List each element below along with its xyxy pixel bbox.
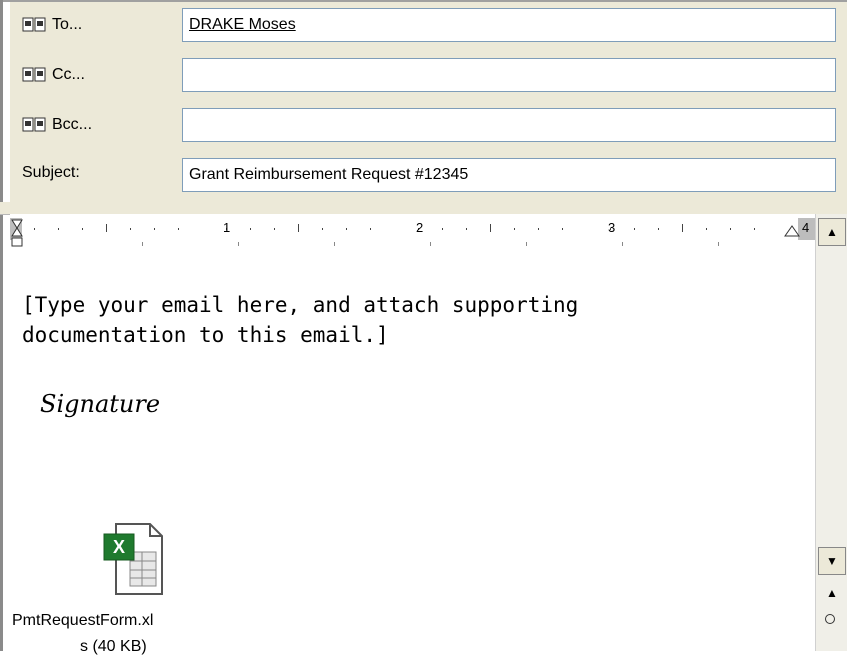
body-text-line: documentation to this email.] (22, 323, 389, 347)
ruler-number: 4 (802, 220, 810, 235)
ruler-tab-stop (142, 242, 143, 246)
to-recipient[interactable]: DRAKE Moses (189, 16, 296, 33)
ruler-tick (706, 228, 707, 230)
ruler-tick (250, 228, 251, 230)
excel-file-icon[interactable]: X (102, 520, 166, 600)
ruler-tick (634, 228, 635, 230)
ruler-tick (274, 228, 275, 230)
ruler-number: 3 (608, 220, 616, 235)
ruler-number: 2 (416, 220, 424, 235)
ruler-tick (562, 228, 563, 230)
ruler-tick (58, 228, 59, 230)
attachment-name: PmtRequestForm.xl s (40 KB) (12, 608, 212, 660)
svg-text:X: X (113, 537, 125, 557)
right-indent-marker-icon[interactable] (784, 222, 800, 238)
subject-field[interactable]: Grant Reimbursement Request #12345 (182, 158, 836, 192)
address-book-icon (22, 117, 46, 132)
ruler-tab-stop (622, 242, 623, 246)
to-row: To... DRAKE Moses (10, 6, 847, 42)
scroll-down-icon: ▼ (826, 554, 838, 568)
ruler-tick (82, 228, 83, 230)
ruler-tab-stop (718, 242, 719, 246)
ruler-tick (322, 228, 323, 230)
indent-marker-icon[interactable] (10, 214, 26, 254)
ruler-tick (490, 224, 491, 232)
signature: Signature (40, 390, 161, 418)
ruler-tick (442, 228, 443, 230)
to-button[interactable]: To... (22, 8, 82, 42)
scroll-up-button[interactable]: ▲ (818, 218, 846, 246)
address-book-icon (22, 67, 46, 82)
scroll-down-button[interactable]: ▼ (818, 547, 846, 575)
ruler[interactable]: 1 2 3 4 (10, 214, 815, 254)
select-browse-object-icon[interactable] (825, 614, 835, 624)
previous-page-icon[interactable]: ▲ (826, 586, 838, 600)
bcc-button[interactable]: Bcc... (22, 108, 92, 142)
ruler-tab-stop (238, 242, 239, 246)
subject-label: Subject: (22, 164, 80, 181)
ruler-tick (130, 228, 131, 230)
to-field[interactable]: DRAKE Moses (182, 8, 836, 42)
bcc-row: Bcc... (10, 106, 847, 142)
ruler-tick (466, 228, 467, 230)
cc-row: Cc... (10, 56, 847, 92)
vertical-scrollbar[interactable]: ▲ ▼ ▲ (815, 214, 847, 651)
ruler-tick (178, 228, 179, 230)
address-book-icon (22, 17, 46, 32)
message-header: To... DRAKE Moses Cc... Bcc... Subject: … (10, 2, 847, 202)
ruler-tick (514, 228, 515, 230)
cc-button-label: Cc... (52, 66, 85, 83)
ruler-tick (658, 228, 659, 230)
window-left-border (0, 0, 3, 651)
ruler-tick (298, 224, 299, 232)
scroll-up-icon: ▲ (826, 225, 838, 239)
subject-row: Subject: Grant Reimbursement Request #12… (10, 156, 847, 192)
ruler-tick (538, 228, 539, 230)
bcc-button-label: Bcc... (52, 116, 93, 133)
ruler-tick (730, 228, 731, 230)
ruler-tick (370, 228, 371, 230)
ruler-tick (106, 224, 107, 232)
ruler-tick (154, 228, 155, 230)
ruler-tab-stop (430, 242, 431, 246)
ruler-tab-stop (526, 242, 527, 246)
attachment-size: s (40 KB) (80, 638, 147, 655)
attachment-name-line: PmtRequestForm.xl (12, 612, 154, 629)
to-button-label: To... (52, 16, 83, 33)
ruler-tick (34, 228, 35, 230)
ruler-number: 1 (223, 220, 231, 235)
ruler-tab-stop (334, 242, 335, 246)
body-text-line: [Type your email here, and attach suppor… (22, 293, 579, 317)
ruler-tick (754, 228, 755, 230)
cc-button[interactable]: Cc... (22, 58, 85, 92)
message-body[interactable]: [Type your email here, and attach suppor… (22, 290, 802, 350)
bcc-field[interactable] (182, 108, 836, 142)
cc-field[interactable] (182, 58, 836, 92)
ruler-tick (346, 228, 347, 230)
ruler-tick (682, 224, 683, 232)
